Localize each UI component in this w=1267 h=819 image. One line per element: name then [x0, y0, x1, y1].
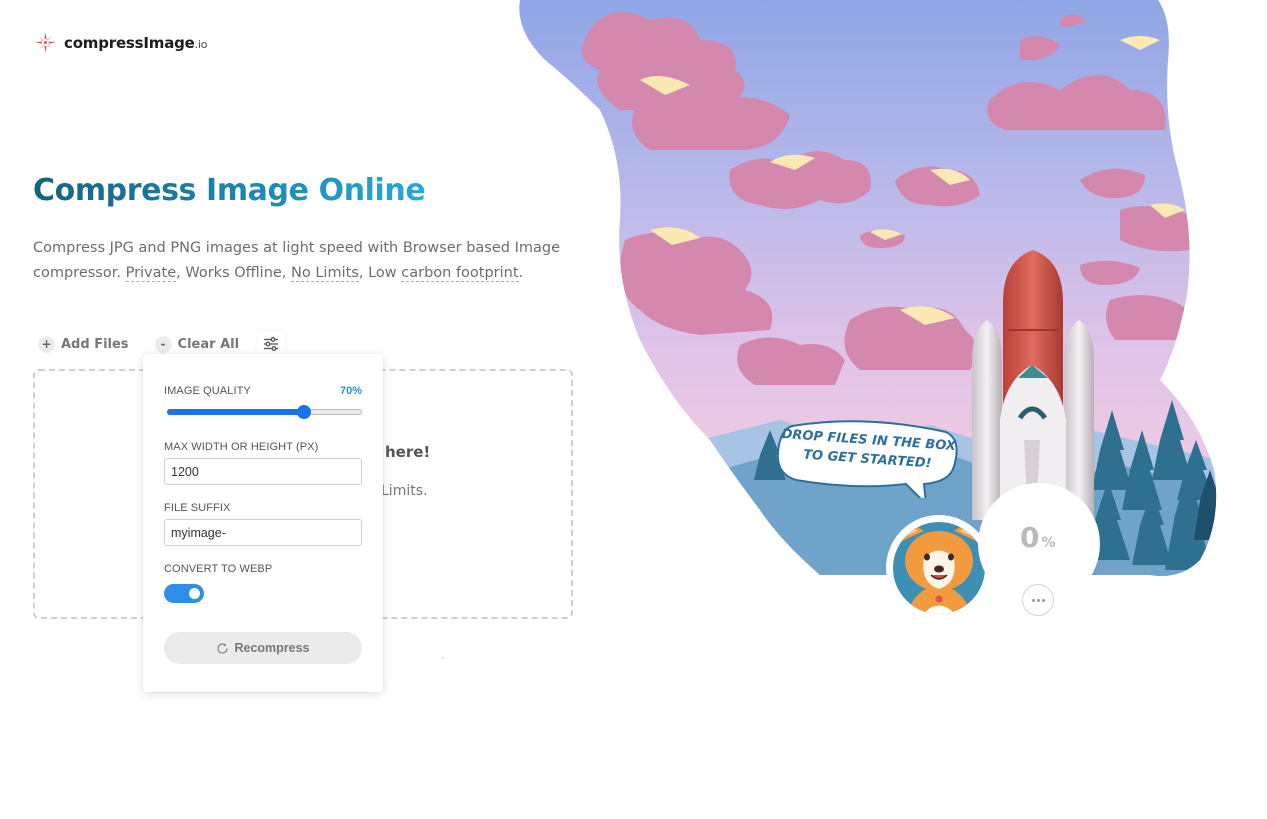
plus-icon: + — [38, 335, 55, 353]
site-logo[interactable]: compressImage.io — [34, 31, 208, 54]
add-files-button[interactable]: + Add Files — [38, 335, 129, 353]
file-suffix-label: FILE SUFFIX — [164, 502, 231, 514]
file-suffix-input[interactable] — [164, 519, 362, 546]
dot-icon — [1031, 598, 1035, 602]
recompress-button[interactable]: Recompress — [164, 632, 362, 664]
more-options-button[interactable] — [1022, 584, 1054, 616]
sliders-icon — [264, 337, 279, 351]
drop-zone-subtitle: Limits. — [381, 483, 428, 499]
refresh-icon — [217, 642, 229, 654]
logo-text: compressImage.io — [64, 33, 208, 52]
page-title: Compress Image Online — [33, 173, 426, 208]
image-quality-slider[interactable] — [167, 405, 362, 419]
clear-all-button[interactable]: - Clear All — [154, 335, 240, 353]
private-link[interactable]: Private — [125, 265, 177, 282]
sparkle-logo-icon — [34, 31, 57, 54]
max-size-label: MAX WIDTH OR HEIGHT (PX) — [164, 441, 319, 453]
slider-thumb[interactable] — [296, 405, 311, 419]
max-size-input[interactable] — [164, 458, 362, 485]
image-quality-label: IMAGE QUALITY — [164, 385, 251, 397]
minus-icon: - — [154, 335, 172, 353]
recompress-label: Recompress — [234, 641, 310, 655]
clear-all-label: Clear All — [177, 336, 240, 352]
dot-icon — [1041, 598, 1045, 602]
toggle-knob — [189, 588, 200, 599]
add-files-label: Add Files — [61, 336, 129, 352]
slider-fill — [167, 409, 304, 415]
convert-webp-label: CONVERT TO WEBP — [164, 563, 273, 575]
no-limits-link[interactable]: No Limits — [291, 265, 359, 282]
convert-webp-toggle[interactable] — [164, 584, 204, 603]
drop-zone-title: here! — [385, 443, 431, 461]
corgi-avatar — [886, 515, 992, 621]
carbon-footprint-link[interactable]: carbon footprint — [401, 265, 519, 282]
hero-description: Compress JPG and PNG images at light spe… — [33, 240, 560, 282]
progress-readout: 0 % — [1020, 521, 1056, 554]
settings-panel: IMAGE QUALITY 70% MAX WIDTH OR HEIGHT (P… — [143, 354, 383, 692]
dot-icon — [1036, 598, 1040, 602]
image-quality-value: 70% — [339, 385, 362, 397]
progress-unit: % — [1041, 535, 1056, 551]
progress-value: 0 — [1020, 521, 1040, 554]
logo-tld: .io — [194, 37, 208, 51]
divider-dot — [442, 657, 444, 659]
file-toolbar: + Add Files - Clear All — [38, 331, 286, 357]
